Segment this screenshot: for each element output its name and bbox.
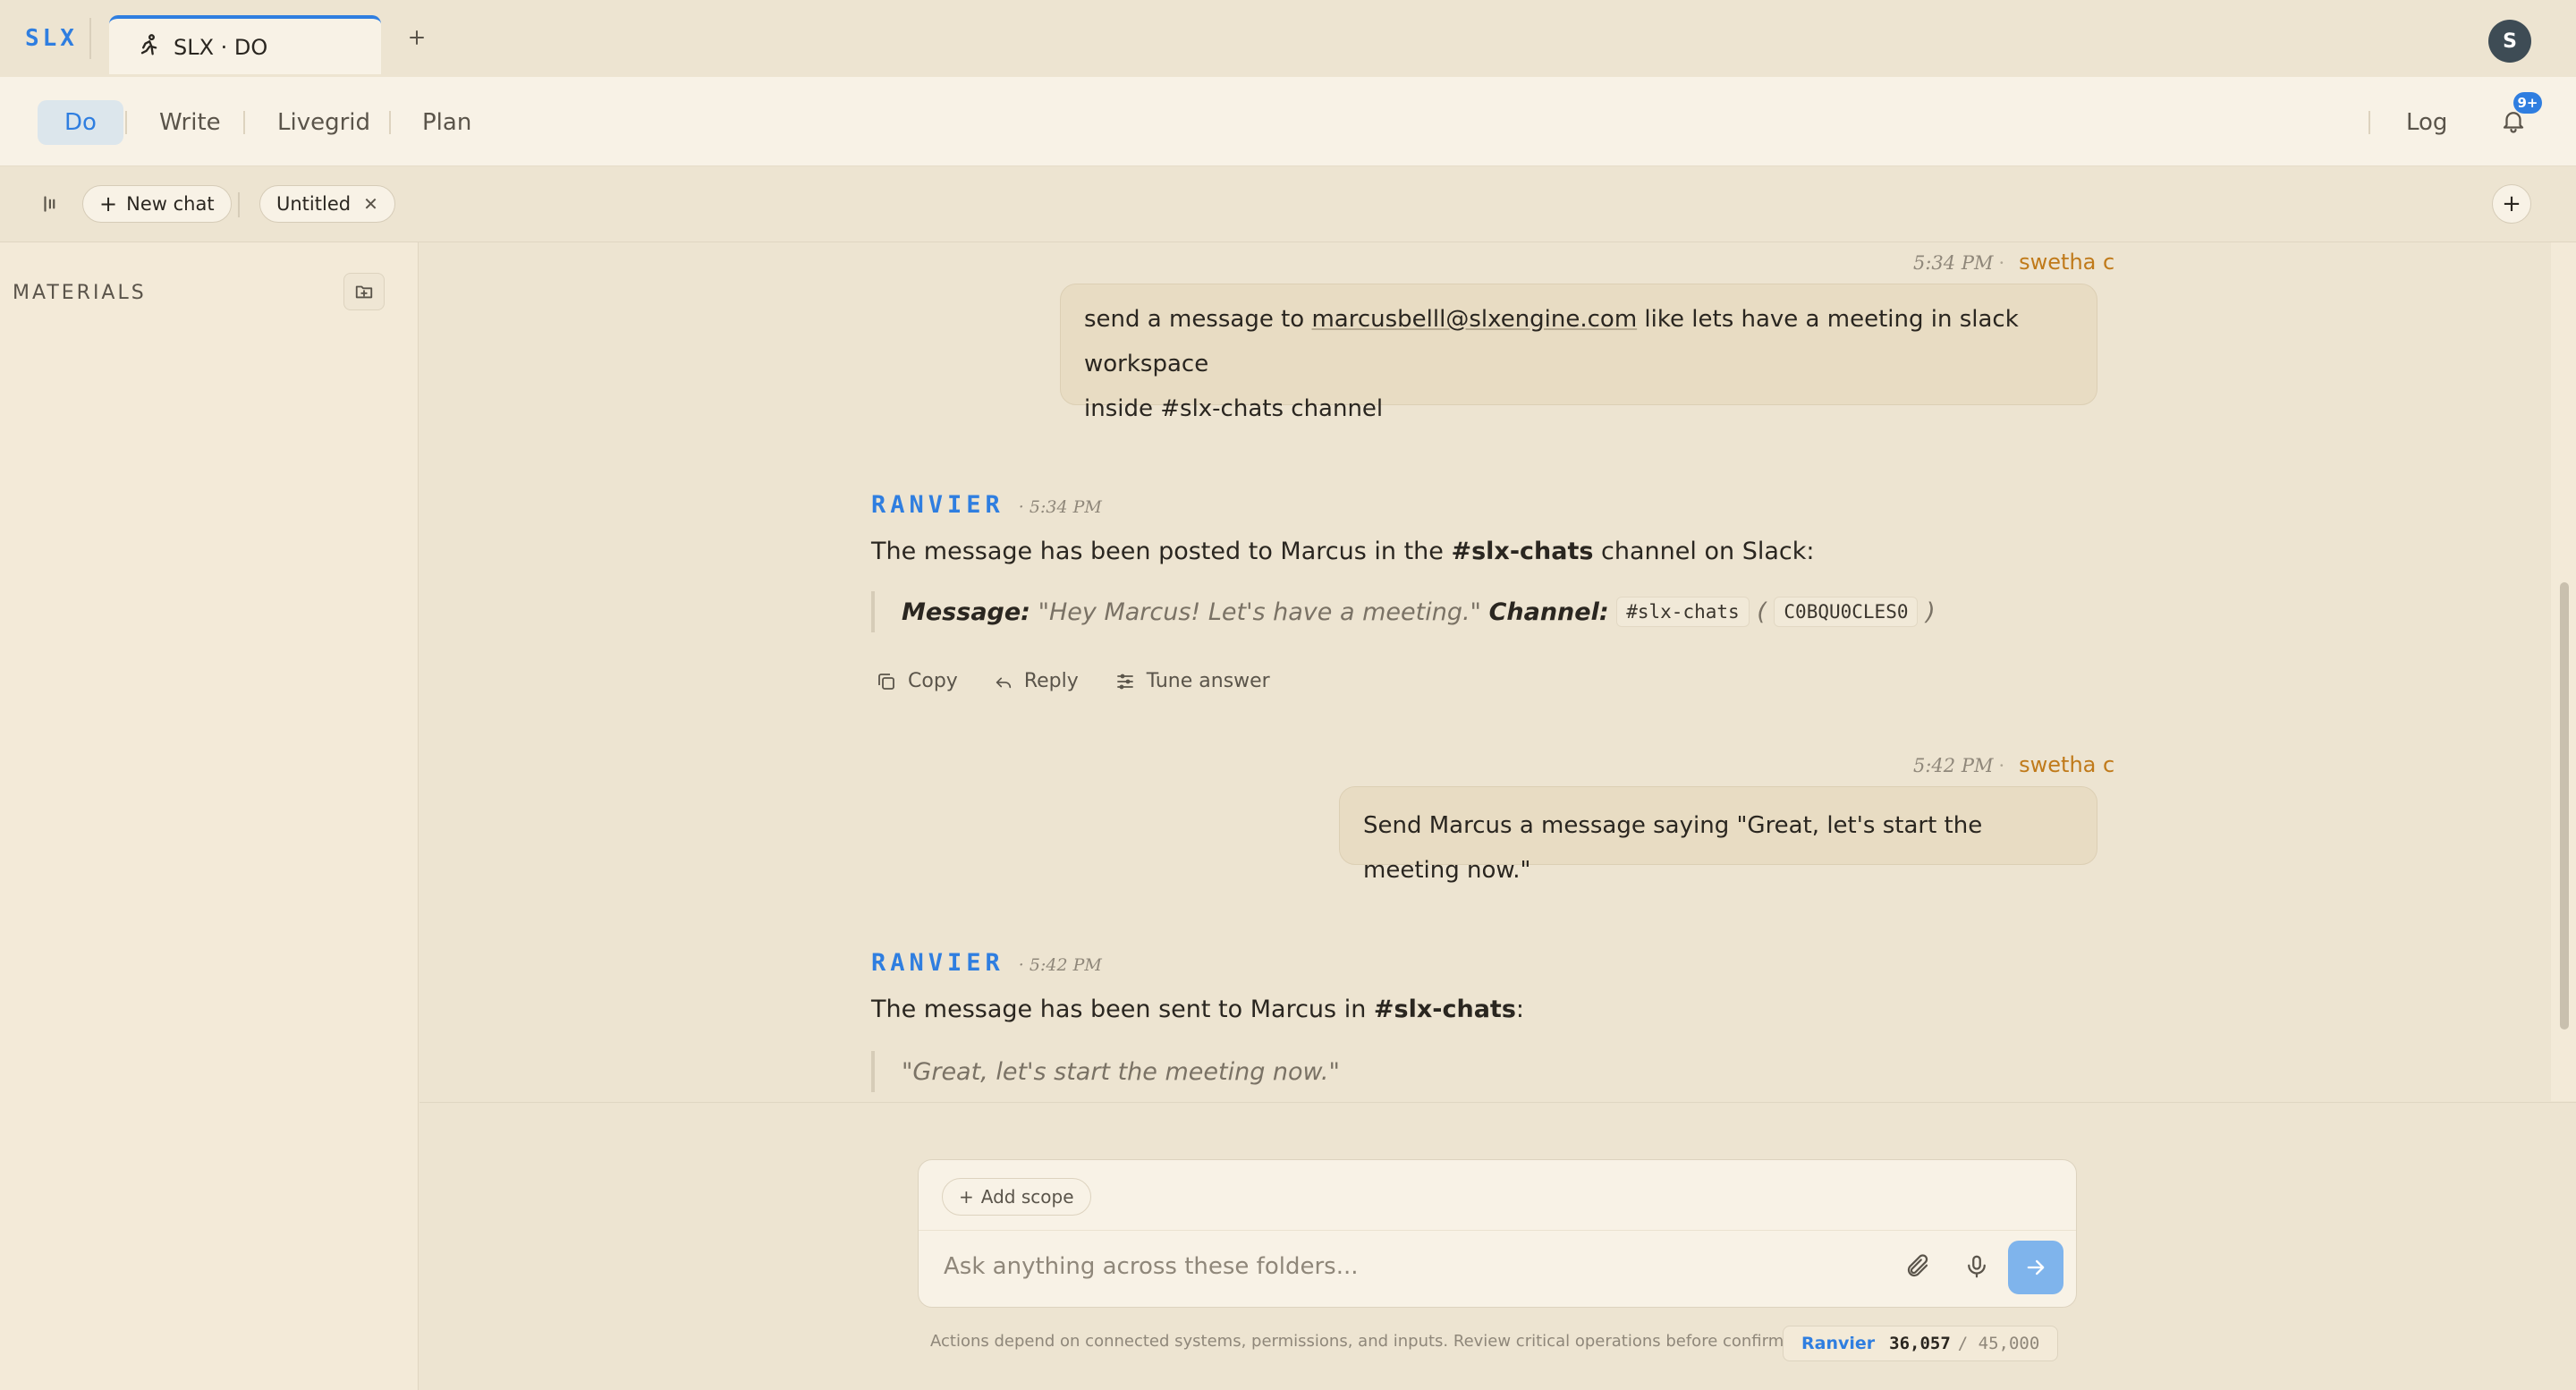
chat-tab-label: Untitled (276, 193, 352, 215)
agent-header: RANVIER · 5:34 PM (871, 491, 1102, 519)
plus-icon: + (959, 1186, 974, 1208)
scrollbar-thumb[interactable] (2560, 582, 2569, 1030)
code-channel: #slx-chats (1616, 597, 1750, 627)
agent-time: · 5:34 PM (1018, 497, 1102, 517)
reply-icon (996, 677, 1011, 688)
reply-button[interactable]: Reply (994, 670, 1079, 692)
user-avatar[interactable]: S (2488, 20, 2531, 63)
agent-message-text: The message has been sent to Marcus in #… (871, 996, 1524, 1023)
quote-label: Message: (902, 598, 1030, 626)
add-chat-button[interactable]: + (2492, 184, 2531, 224)
copy-button[interactable]: Copy (876, 670, 958, 692)
arrow-right-icon (2027, 1259, 2045, 1276)
message-meta: 5:34 PM · swetha c (1913, 250, 2114, 275)
running-person-icon (140, 34, 157, 55)
mode-nav: Do Write Livegrid Plan Log 9+ (0, 77, 2576, 166)
message-quote: Message: "Hey Marcus! Let's have a meeti… (871, 591, 1936, 632)
nav-tab-do[interactable]: Do (38, 100, 123, 145)
app-tab-slx-do[interactable]: SLX · DO (109, 15, 381, 74)
code-channel-id: C0BQU0CLES0 (1774, 597, 1919, 627)
chat-scrollbar[interactable] (2551, 242, 2576, 1101)
quote-message: "Great, let's start the meeting now." (902, 1057, 1340, 1086)
new-chat-button[interactable]: + New chat (82, 185, 232, 223)
chat-thread: 5:34 PM · swetha c send a message to marcu… (419, 242, 2550, 1101)
quota-used: 36,057 (1889, 1334, 1951, 1353)
message-meta: 5:42 PM · swetha c (1913, 752, 2114, 777)
nav-divider (2368, 111, 2370, 134)
folder-plus-icon (355, 285, 373, 299)
user-message-bubble: Send Marcus a message saying "Great, let… (1339, 786, 2097, 884)
copy-icon (878, 673, 894, 690)
meta-dot: · (1998, 252, 2005, 274)
chat-toolbar: + New chat Untitled ✕ (0, 167, 2576, 242)
agent-time: · 5:42 PM (1018, 955, 1102, 975)
channel-name: #slx-chats (1373, 996, 1516, 1023)
message-text: send a message to (1084, 306, 1312, 333)
nav-divider (243, 111, 245, 134)
user-message-bubble: send a message to marcusbelll@slxengine.… (1060, 284, 2097, 422)
message-text: Send Marcus a message saying "Great, let… (1363, 812, 1983, 884)
materials-heading: MATERIALS (13, 282, 147, 304)
agent-message-text: The message has been posted to Marcus in… (871, 538, 1815, 565)
nav-tab-write[interactable]: Write (132, 100, 248, 145)
add-folder-button[interactable] (343, 273, 385, 310)
add-tab-icon[interactable] (406, 27, 428, 48)
quote-label: Channel: (1488, 598, 1609, 626)
usage-quota: Ranvier 36,057 / 45,000 (1783, 1326, 2059, 1361)
close-icon[interactable]: ✕ (363, 193, 378, 215)
paperclip-icon[interactable] (1904, 1253, 1931, 1280)
message-author: swetha c (2019, 250, 2115, 275)
sliders-icon (1116, 674, 1133, 689)
message-text: inside #slx-chats channel (1084, 395, 1384, 422)
message-input[interactable] (944, 1253, 1838, 1280)
disclaimer-text: Actions depend on connected systems, per… (930, 1332, 1814, 1351)
materials-sidebar: MATERIALS (0, 242, 419, 1390)
app-tab-label: SLX · DO (174, 35, 268, 60)
new-chat-label: New chat (126, 193, 215, 215)
sidebar-toggle-icon[interactable] (39, 192, 63, 216)
message-actions: Copy Reply Tune answer (876, 670, 1270, 692)
channel-name: #slx-chats (1451, 538, 1594, 565)
nav-tab-plan[interactable]: Plan (395, 100, 498, 145)
agent-header: RANVIER · 5:42 PM (871, 949, 1102, 977)
message-quote: "Great, let's start the meeting now." (871, 1051, 1340, 1092)
brand-divider (89, 18, 91, 59)
email-link[interactable]: marcusbelll@slxengine.com (1311, 306, 1637, 333)
quote-message: "Hey Marcus! Let's have a meeting." (1030, 598, 1489, 626)
meta-dot: · (1998, 755, 2005, 776)
brand-logo: SLX (25, 25, 78, 52)
nav-divider (125, 111, 127, 134)
title-bar: SLX SLX · DO S (0, 0, 2576, 77)
tune-answer-button[interactable]: Tune answer (1114, 670, 1270, 692)
message-time: 5:42 PM (1913, 755, 1994, 776)
message-time: 5:34 PM (1913, 252, 1994, 274)
composer-divider (919, 1230, 2076, 1231)
nav-divider (389, 111, 391, 134)
log-link[interactable]: Log (2406, 109, 2447, 136)
notification-badge: 9+ (2513, 92, 2542, 114)
send-button[interactable] (2008, 1241, 2063, 1294)
agent-name: RANVIER (871, 491, 1004, 519)
message-author: swetha c (2019, 752, 2115, 777)
quota-agent-name: Ranvier (1801, 1334, 1876, 1353)
chat-tab-untitled[interactable]: Untitled ✕ (259, 185, 395, 223)
agent-name: RANVIER (871, 949, 1004, 977)
add-scope-button[interactable]: + Add scope (942, 1178, 1091, 1216)
nav-tab-livegrid[interactable]: Livegrid (250, 100, 397, 145)
quota-total: / 45,000 (1957, 1334, 2040, 1353)
plus-icon: + (99, 191, 118, 216)
composer: + Add scope (918, 1159, 2077, 1308)
microphone-icon[interactable] (1963, 1253, 1990, 1280)
toolbar-divider (238, 192, 240, 217)
